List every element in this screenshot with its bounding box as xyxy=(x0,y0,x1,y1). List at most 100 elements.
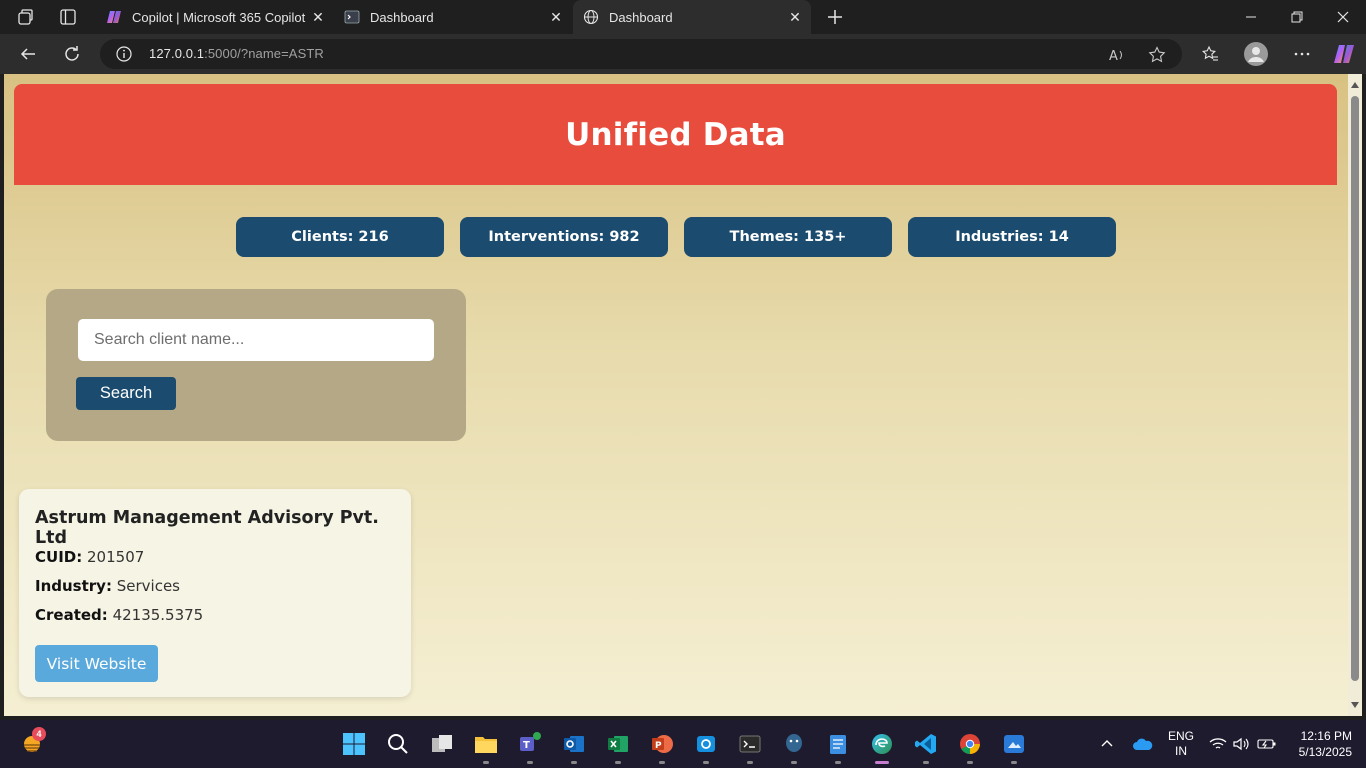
teams-icon[interactable]: T xyxy=(514,728,546,764)
file-explorer-icon[interactable] xyxy=(470,728,502,764)
svg-text:P: P xyxy=(655,741,662,751)
clock-date: 5/13/2025 xyxy=(1298,745,1352,759)
minimize-icon[interactable] xyxy=(1228,0,1274,34)
language-indicator[interactable]: ENG IN xyxy=(1164,720,1198,768)
new-tab-icon[interactable] xyxy=(823,5,847,29)
start-icon[interactable] xyxy=(338,728,370,760)
back-icon[interactable] xyxy=(14,40,42,68)
running-indicator xyxy=(527,761,533,764)
paint-icon[interactable] xyxy=(998,728,1030,764)
show-hidden-icons[interactable] xyxy=(1100,720,1114,768)
url-path: :5000/?name=ASTR xyxy=(204,46,324,61)
cuid-value: 201507 xyxy=(87,548,145,566)
scrollbar-thumb[interactable] xyxy=(1351,96,1359,681)
client-card: Astrum Management Advisory Pvt. Ltd CUID… xyxy=(19,489,411,697)
favorite-star-icon[interactable] xyxy=(1148,46,1166,64)
cuid-label: CUID: xyxy=(35,548,83,566)
running-indicator xyxy=(791,761,797,764)
industry-value: Services xyxy=(116,577,180,595)
running-indicator xyxy=(835,761,841,764)
tab-title: Copilot | Microsoft 365 Copilot xyxy=(132,9,306,25)
copilot-icon xyxy=(106,9,122,25)
terminal-icon xyxy=(344,9,360,25)
search-button[interactable]: Search xyxy=(76,377,176,410)
language-code: ENG xyxy=(1167,729,1194,743)
volume-icon[interactable] xyxy=(1233,720,1251,768)
scroll-down-arrow-icon[interactable] xyxy=(1351,702,1359,708)
running-indicator xyxy=(571,761,577,764)
profile-avatar[interactable] xyxy=(1242,40,1270,68)
site-info-icon[interactable] xyxy=(116,46,132,62)
svg-text:T: T xyxy=(523,740,530,751)
taskbar: T P ENG IN 12:16 PM 5/13/2025 xyxy=(0,720,1366,768)
visit-website-button[interactable]: Visit Website xyxy=(35,645,158,682)
chrome-icon[interactable] xyxy=(954,728,986,764)
running-indicator xyxy=(967,761,973,764)
page-viewport: Unified Data Clients: 216 Interventions:… xyxy=(4,74,1348,716)
close-window-icon[interactable] xyxy=(1320,0,1366,34)
running-indicator xyxy=(1011,761,1017,764)
tab-dashboard-2[interactable]: Dashboard ✕ xyxy=(573,0,811,34)
running-indicator xyxy=(703,761,709,764)
notepad-icon[interactable] xyxy=(822,728,854,764)
running-indicator xyxy=(747,761,753,764)
running-indicator xyxy=(615,761,621,764)
wifi-icon[interactable] xyxy=(1209,720,1227,768)
tab-title: Dashboard xyxy=(609,9,673,25)
read-aloud-icon[interactable]: A xyxy=(1108,46,1126,64)
task-view-icon[interactable] xyxy=(426,728,458,760)
excel-icon[interactable] xyxy=(602,728,634,764)
created-label: Created: xyxy=(35,606,108,624)
address-bar[interactable]: 127.0.0.1:5000/?name=ASTR A xyxy=(100,39,1182,69)
running-indicator xyxy=(483,761,489,764)
tab-copilot[interactable]: Copilot | Microsoft 365 Copilot ✕ xyxy=(96,2,334,32)
client-created: Created: 42135.5375 xyxy=(35,606,203,624)
stat-themes: Themes: 135+ xyxy=(684,217,892,257)
more-options-icon[interactable] xyxy=(1288,40,1316,68)
client-name: Astrum Management Advisory Pvt. Ltd xyxy=(35,508,379,548)
tab-title: Dashboard xyxy=(370,9,434,25)
industry-label: Industry: xyxy=(35,577,112,595)
powerpoint-icon[interactable]: P xyxy=(646,728,678,764)
favorites-icon[interactable] xyxy=(1196,40,1224,68)
client-cuid: CUID: 201507 xyxy=(35,548,144,566)
close-tab-icon[interactable]: ✕ xyxy=(310,9,326,25)
stat-interventions: Interventions: 982 xyxy=(460,217,668,257)
vscode-icon[interactable] xyxy=(910,728,942,764)
restore-icon[interactable] xyxy=(1274,0,1320,34)
onedrive-icon[interactable] xyxy=(1133,720,1153,768)
client-industry: Industry: Services xyxy=(35,577,180,595)
navigation-bar: 127.0.0.1:5000/?name=ASTR A xyxy=(0,34,1366,74)
close-tab-icon[interactable]: ✕ xyxy=(787,9,803,25)
edge-icon[interactable] xyxy=(866,728,898,764)
scroll-up-arrow-icon[interactable] xyxy=(1351,82,1359,88)
clock-time: 12:16 PM xyxy=(1300,729,1352,743)
search-input[interactable] xyxy=(78,319,434,361)
page-scrollbar[interactable] xyxy=(1348,74,1362,716)
tab-strip: Copilot | Microsoft 365 Copilot ✕ Dashbo… xyxy=(0,0,1366,34)
stat-industries: Industries: 14 xyxy=(908,217,1116,257)
notification-badge: 4 xyxy=(32,727,46,741)
close-tab-icon[interactable]: ✕ xyxy=(548,9,564,25)
page-title: Unified Data xyxy=(565,116,786,153)
page-header: Unified Data xyxy=(14,84,1337,185)
running-indicator xyxy=(875,761,889,764)
battery-icon[interactable] xyxy=(1257,720,1277,768)
workspaces-icon[interactable] xyxy=(14,5,38,29)
url-host: 127.0.0.1 xyxy=(149,46,205,61)
terminal-app-icon[interactable] xyxy=(734,728,766,764)
svg-text:A: A xyxy=(1109,49,1118,64)
outlook-icon[interactable] xyxy=(558,728,590,764)
outlook-new-icon[interactable] xyxy=(690,728,722,764)
postgresql-icon[interactable] xyxy=(778,728,810,764)
url-text[interactable]: 127.0.0.1:5000/?name=ASTR xyxy=(149,46,324,61)
copilot-sidebar-icon[interactable] xyxy=(1330,40,1358,68)
tab-dashboard-1[interactable]: Dashboard ✕ xyxy=(334,2,572,32)
created-value: 42135.5375 xyxy=(112,606,204,624)
clock[interactable]: 12:16 PM 5/13/2025 xyxy=(1288,720,1352,768)
region-code: IN xyxy=(1175,744,1187,758)
running-indicator xyxy=(659,761,665,764)
vertical-tabs-icon[interactable] xyxy=(56,5,80,29)
search-icon[interactable] xyxy=(382,728,414,760)
refresh-icon[interactable] xyxy=(58,40,86,68)
